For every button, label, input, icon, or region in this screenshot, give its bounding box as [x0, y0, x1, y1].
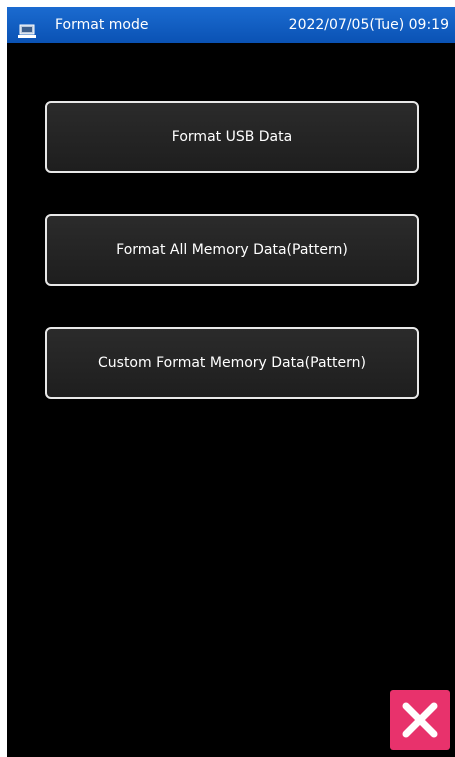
custom-format-memory-data-button[interactable]: Custom Format Memory Data(Pattern) [45, 327, 419, 399]
close-button[interactable] [390, 690, 450, 750]
close-icon [402, 702, 438, 738]
format-mode-screen: Format mode 2022/07/05(Tue) 09:19 Format… [7, 7, 455, 757]
format-usb-data-button[interactable]: Format USB Data [45, 101, 419, 173]
format-all-memory-data-label: Format All Memory Data(Pattern) [116, 242, 348, 258]
computer-icon [18, 17, 36, 38]
page-title: Format mode [55, 17, 149, 33]
custom-format-memory-data-label: Custom Format Memory Data(Pattern) [98, 355, 366, 371]
format-all-memory-data-button[interactable]: Format All Memory Data(Pattern) [45, 214, 419, 286]
format-usb-data-label: Format USB Data [171, 129, 293, 145]
title-bar: Format mode 2022/07/05(Tue) 09:19 [7, 7, 455, 43]
datetime-display: 2022/07/05(Tue) 09:19 [288, 17, 449, 33]
